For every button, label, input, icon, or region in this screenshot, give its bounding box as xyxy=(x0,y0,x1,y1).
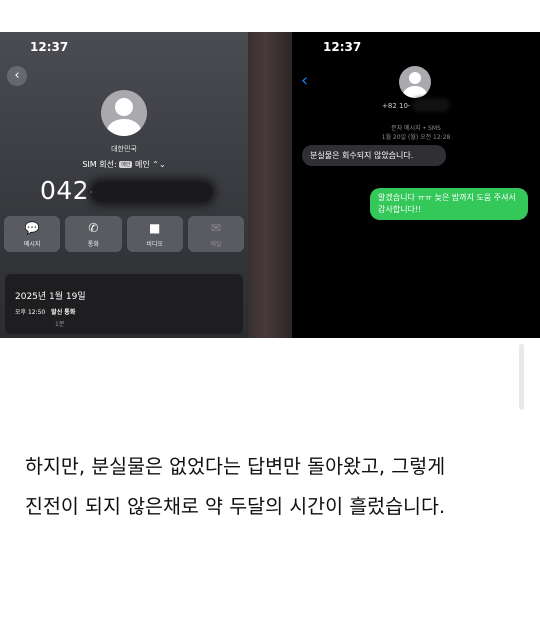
mail-button[interactable]: ✉ 메일 xyxy=(187,216,244,252)
sim-chip-icon: 메인 xyxy=(119,161,133,168)
avatar xyxy=(101,90,147,136)
messages-screen: 12:37 5G 50 ‹ +82 10- 문자 메시지 • SMS 1월 20… xyxy=(292,32,540,338)
message-timestamp: 1월 20일 (월) 오전 12:28 xyxy=(381,134,451,141)
video-button[interactable]: ■ 비디오 xyxy=(126,216,183,252)
sim-label: SIM 회선: xyxy=(82,160,117,169)
phone-icon: ✆ xyxy=(88,221,99,235)
call-button[interactable]: ✆ 통화 xyxy=(65,216,122,252)
contact-screen: 12:37 5G 50 ‹ 대한민국 SIM 회선: 메인 메인 ⌃⌄ 042-… xyxy=(0,32,540,338)
action-row: 💬 메시지 ✆ 통화 ■ 비디오 ✉ 메일 xyxy=(4,216,244,252)
article-caption: 하지만, 분실물은 없었다는 답변만 돌아왔고, 그렇게 진전이 되지 않은채로… xyxy=(25,447,525,527)
sim-chevron-icon: ⌃⌄ xyxy=(152,160,166,169)
video-icon: ■ xyxy=(148,221,161,235)
sim-value: 메인 xyxy=(134,160,150,169)
contact-country: 대한민국 xyxy=(111,145,137,153)
contact-number: 042- xyxy=(40,176,99,205)
scrollbar[interactable] xyxy=(519,344,524,410)
call-log-entry: 오후 12:50 발신 통화 xyxy=(15,307,75,316)
avatar-head xyxy=(115,98,133,116)
message-button[interactable]: 💬 메시지 xyxy=(4,216,61,252)
avatar-head xyxy=(409,72,421,84)
call-log-card: 2025년 1월 19일 오후 12:50 발신 통화 1분 xyxy=(5,274,243,334)
caption-line-2: 진전이 되지 않은채로 약 두달의 시간이 흘렀습니다. xyxy=(25,495,446,518)
caption-line-1: 하지만, 분실물은 없었다는 답변만 돌아왔고, 그렇게 xyxy=(25,455,446,478)
mail-icon: ✉ xyxy=(210,221,221,235)
status-bar: 12:37 5G 50 xyxy=(0,40,540,338)
received-message-bubble[interactable]: 분실물은 회수되지 않았습니다. xyxy=(302,145,446,166)
message-type: 문자 메시지 • SMS xyxy=(391,125,441,132)
message-label: 메시지 xyxy=(23,241,41,248)
sim-line-selector[interactable]: SIM 회선: 메인 메인 ⌃⌄ xyxy=(0,159,248,170)
status-time: 12:37 xyxy=(323,40,362,54)
sender-number[interactable]: +82 10- xyxy=(382,102,410,110)
back-chevron-icon[interactable]: ‹ xyxy=(301,72,308,90)
call-log-type: 발신 통화 xyxy=(51,309,76,316)
redaction-blur xyxy=(92,182,212,202)
avatar-body xyxy=(403,86,427,98)
avatar-body xyxy=(107,119,141,136)
call-log-date: 2025년 1월 19일 xyxy=(15,292,86,302)
status-time: 12:37 xyxy=(30,40,69,54)
redaction-blur xyxy=(414,100,448,110)
call-label: 통화 xyxy=(87,241,99,248)
call-log-time: 오후 12:50 xyxy=(15,309,46,316)
status-bar: 12:37 5G 50 xyxy=(292,40,540,56)
sender-avatar[interactable] xyxy=(399,66,431,98)
call-log-duration: 1분 xyxy=(55,321,65,328)
sent-message-bubble[interactable]: 알겠습니다 ㅠㅠ 늦은 밤까지 도움 주셔서 감사합니다!! xyxy=(370,188,528,220)
back-icon[interactable]: ‹ xyxy=(7,66,27,86)
screenshot-composite: 12:37 5G 50 ‹ 대한민국 SIM 회선: 메인 메인 ⌃⌄ 042-… xyxy=(0,32,540,338)
message-icon: 💬 xyxy=(24,221,40,235)
mail-label: 메일 xyxy=(210,241,222,248)
video-label: 비디오 xyxy=(146,241,163,248)
divider xyxy=(248,32,292,338)
